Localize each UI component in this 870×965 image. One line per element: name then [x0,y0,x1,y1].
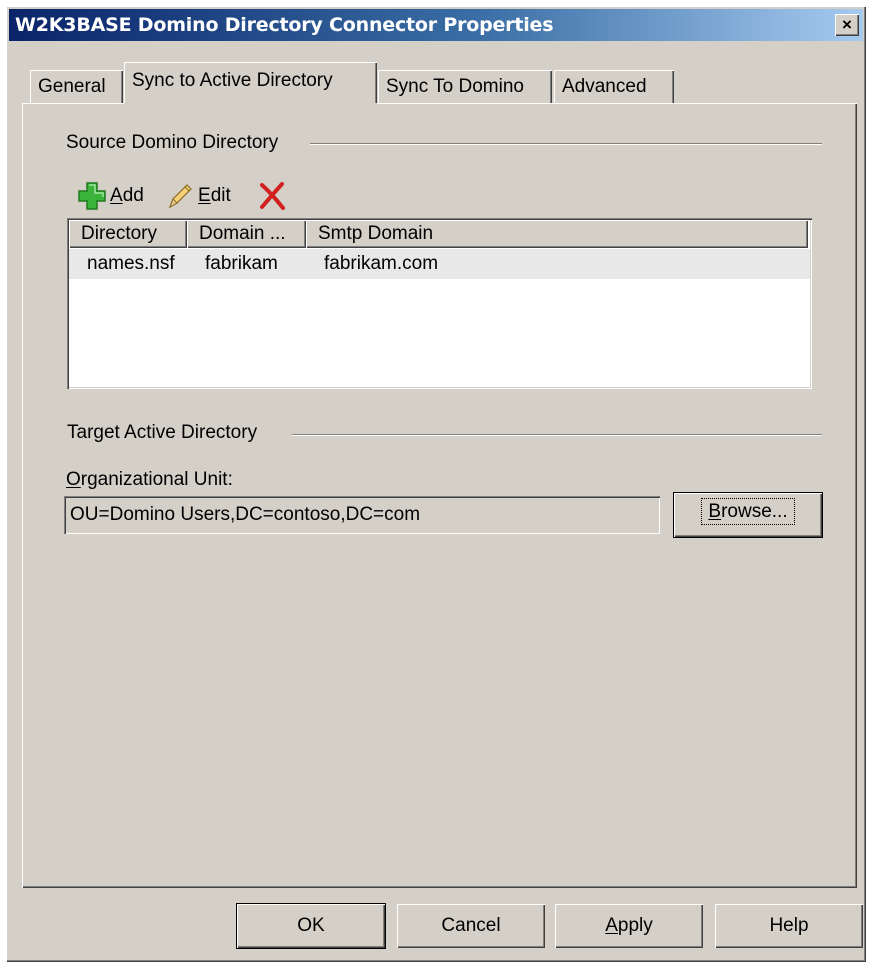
edit-mnemonic: E [198,185,211,206]
column-header-directory-label: Directory [81,223,158,244]
list-header: Directory Domain ... Smtp Domain [69,220,810,248]
delete-button[interactable] [256,180,288,212]
browse-label: rowse... [721,501,788,522]
cell-smtp-domain: fabrikam.com [324,253,439,274]
browse-focus: Browse... [701,498,795,525]
window-title: W2K3BASE Domino Directory Connector Prop… [15,14,554,36]
cancel-button[interactable]: Cancel [397,904,545,948]
source-group-divider [310,143,822,145]
close-icon: × [842,15,852,34]
tab-sync-to-active-directory[interactable]: Sync to Active Directory [124,62,377,105]
ok-label: OK [297,915,325,936]
tab-sync-to-domino[interactable]: Sync To Domino [378,70,552,104]
cancel-label: Cancel [441,915,501,936]
ok-button[interactable]: OK [237,904,385,948]
add-plus-icon [78,182,106,210]
tab-general[interactable]: General [30,70,123,104]
column-header-directory[interactable]: Directory [69,220,187,248]
cell-domain: fabrikam [205,253,278,274]
tab-general-label: General [38,76,106,97]
organizational-unit-value: OU=Domino Users,DC=contoso,DC=com [70,504,421,525]
edit-label: dit [210,185,231,206]
source-directory-list[interactable]: Directory Domain ... Smtp Domain names.n… [67,218,812,389]
close-button[interactable]: × [835,14,859,36]
apply-label: pply [617,915,653,936]
column-header-domain-label: Domain ... [199,223,286,244]
title-bar[interactable]: W2K3BASE Domino Directory Connector Prop… [9,9,863,41]
browse-button[interactable]: Browse... [674,493,822,537]
table-row[interactable]: names.nsf fabrikam fabrikam.com [69,249,810,279]
column-header-domain[interactable]: Domain ... [187,220,306,248]
target-group-label: Target Active Directory [67,422,266,444]
browse-mnemonic: B [708,501,722,522]
add-mnemonic: A [110,185,123,206]
column-header-smtp-domain-label: Smtp Domain [318,223,434,244]
tab-sync-to-active-directory-label: Sync to Active Directory [132,70,333,91]
column-header-smtp-domain[interactable]: Smtp Domain [306,220,808,248]
tab-advanced[interactable]: Advanced [554,70,674,104]
delete-x-icon [260,182,285,210]
source-group-label: Source Domino Directory [66,132,287,154]
tab-sync-to-domino-label: Sync To Domino [386,76,524,97]
pencil-icon [168,184,192,209]
ou-label-mnemonic: O [66,469,81,490]
help-label: Help [769,915,809,936]
add-label: dd [122,185,144,206]
apply-mnemonic: A [605,915,618,936]
help-button[interactable]: Help [715,904,863,948]
add-button[interactable]: Add [76,180,144,212]
cell-directory: names.nsf [87,253,175,274]
ou-label-text: rganizational Unit: [80,469,233,490]
organizational-unit-field[interactable]: OU=Domino Users,DC=contoso,DC=com [64,496,660,534]
edit-button[interactable]: Edit [164,180,231,212]
tab-advanced-label: Advanced [562,76,647,97]
target-group-divider [292,434,822,436]
apply-button[interactable]: Apply [555,904,703,948]
organizational-unit-label: Organizational Unit: [66,469,233,491]
